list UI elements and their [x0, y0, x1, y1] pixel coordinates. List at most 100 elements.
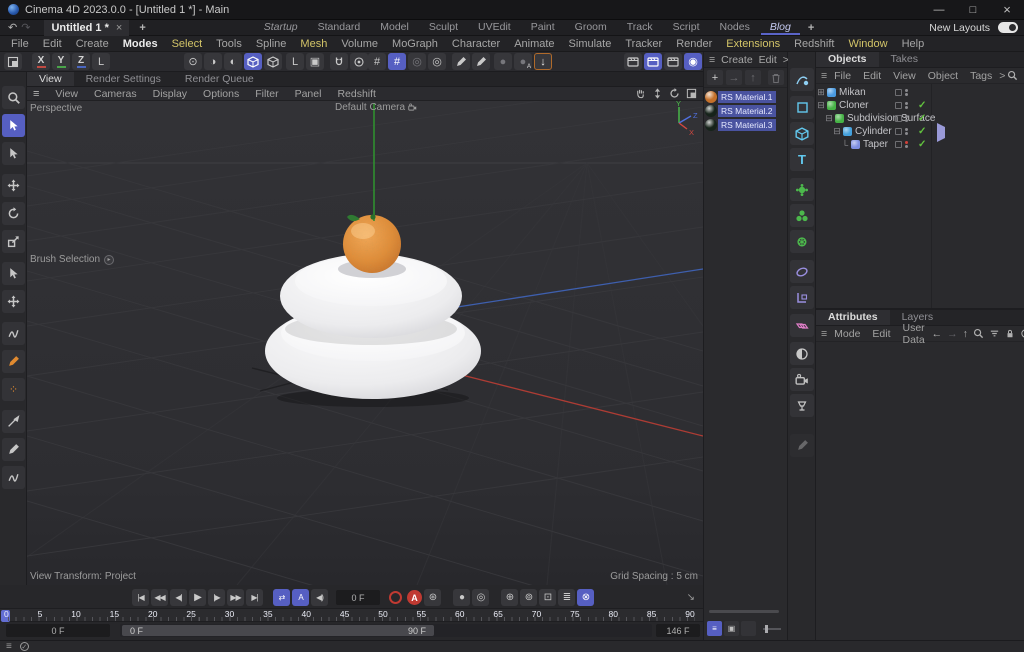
menu-item[interactable]: Window — [841, 36, 894, 52]
menu-item[interactable]: Spline — [249, 36, 294, 52]
spline-pen-icon[interactable] — [790, 68, 814, 91]
redshift-render-button[interactable]: ◉ — [684, 53, 702, 70]
asset-sphere-button[interactable]: ● — [494, 53, 512, 70]
symmetry-button[interactable]: ◎ — [408, 53, 426, 70]
mochi-object[interactable] — [265, 254, 481, 407]
menu-item[interactable]: Animate — [507, 36, 561, 52]
current-frame-field[interactable]: 0 F — [336, 590, 380, 605]
object-search-icon[interactable] — [1007, 70, 1018, 82]
status-menu-icon[interactable]: ≡ — [6, 642, 12, 652]
menu-item[interactable]: Create — [69, 36, 116, 52]
viewport-tab[interactable]: Render Settings — [74, 72, 173, 86]
points-move-tool[interactable] — [2, 290, 25, 313]
camera-label-wrap[interactable]: Default Camera — [335, 102, 417, 113]
material-item[interactable]: RS Material.3 — [705, 118, 787, 131]
cloner-icon[interactable] — [790, 204, 814, 227]
measure-icon[interactable] — [790, 286, 814, 309]
render-settings-button[interactable] — [664, 53, 682, 70]
visibility-dots[interactable] — [905, 89, 908, 96]
viewport-menu-item[interactable]: Filter — [247, 88, 286, 100]
redo-icon[interactable]: ↷ — [21, 21, 30, 34]
object-mode-button[interactable] — [264, 53, 282, 70]
simulation-icon[interactable]: ⊛ — [790, 230, 814, 253]
menu-item[interactable]: Volume — [334, 36, 385, 52]
layout-panel-button[interactable] — [4, 53, 22, 70]
transport-button[interactable]: ▶▶ — [227, 589, 244, 606]
attr-up-icon[interactable]: ↑ — [963, 328, 968, 340]
menu-item[interactable]: Tracker — [618, 36, 669, 52]
visibility-dots[interactable] — [905, 141, 908, 148]
attribute-menu-icon[interactable]: ≡ — [821, 328, 827, 340]
attr-back-icon[interactable]: ← — [932, 328, 943, 340]
object-menu-view[interactable]: View — [888, 70, 921, 82]
record-channel-toggle[interactable]: ≣ — [558, 589, 575, 606]
transport-button[interactable]: |◀ — [132, 589, 149, 606]
material-size-slider[interactable] — [763, 628, 781, 630]
stage-icon[interactable] — [790, 394, 814, 417]
material-grid-view-button[interactable]: ▣ — [724, 621, 739, 636]
edges-mode-button[interactable]: ◑ — [204, 53, 222, 70]
pen-square-tool[interactable] — [2, 350, 25, 373]
range-slider[interactable]: 0 F 90 F — [122, 625, 434, 636]
subdivision-surface-icon[interactable] — [790, 178, 814, 201]
tab-objects[interactable]: Objects — [816, 52, 879, 67]
visibility-dots[interactable] — [905, 102, 908, 109]
asset-a-button[interactable]: ●A — [514, 53, 532, 70]
object-menu-icon[interactable]: ≡ — [821, 70, 827, 82]
material-arrow-button[interactable]: → — [726, 70, 742, 85]
layout-tab[interactable]: Nodes — [710, 20, 758, 35]
points-mode-button[interactable]: ⊙ — [184, 53, 202, 70]
material-menu-edit[interactable]: Edit — [759, 54, 777, 66]
enabled-check-icon[interactable]: ✓ — [918, 139, 926, 150]
scene-3d[interactable]: Y Z X — [27, 101, 703, 585]
move-tool[interactable] — [2, 174, 25, 197]
smooth-brush-tool[interactable] — [2, 322, 25, 345]
object-menu-edit[interactable]: Edit — [858, 70, 886, 82]
layout-tab[interactable]: Startup — [255, 20, 307, 35]
object-tree-row[interactable]: ⊞ Mikan — [816, 86, 1024, 99]
tweak-tool[interactable] — [2, 142, 25, 165]
model-mode-button[interactable] — [244, 53, 262, 70]
quantize-button[interactable]: # — [368, 53, 386, 70]
phong-tag-icon[interactable] — [937, 127, 946, 136]
field-icon[interactable] — [790, 314, 814, 337]
range-start-field[interactable]: 0 F — [6, 624, 110, 637]
polygons-mode-button[interactable]: ◐ — [224, 53, 242, 70]
transport-button[interactable]: ◀◀ — [151, 589, 168, 606]
document-tab[interactable]: Untitled 1 * × — [44, 20, 129, 36]
workplane-button[interactable]: ▣ — [306, 53, 324, 70]
brush-settings-button[interactable] — [472, 53, 490, 70]
attr-forward-icon[interactable]: → — [947, 328, 958, 340]
rotate-view-icon[interactable] — [669, 88, 680, 100]
layout-tab[interactable]: Paint — [522, 20, 564, 35]
hud-tool-expand-icon[interactable]: ▸ — [104, 255, 114, 265]
new-layouts-label[interactable]: New Layouts — [929, 22, 990, 34]
layout-tab[interactable]: Sculpt — [420, 20, 467, 35]
attr-lock-icon[interactable] — [1005, 328, 1015, 340]
timeline-resize-icon[interactable]: ↘ — [687, 592, 695, 603]
close-button[interactable]: × — [990, 0, 1024, 20]
environment-icon[interactable] — [790, 342, 814, 365]
attr-filter-icon[interactable] — [989, 328, 1000, 340]
quantize-settings-button[interactable]: # — [388, 53, 406, 70]
material-item[interactable]: RS Material.2 — [705, 104, 787, 117]
axis-lock-button[interactable]: Y — [52, 53, 70, 70]
record-channel-toggle[interactable]: ⊕ — [501, 589, 518, 606]
material-list-view-button[interactable]: ≡ — [707, 621, 722, 636]
sound-button[interactable]: ◀) — [311, 589, 328, 606]
layer-box-icon[interactable] — [895, 128, 902, 135]
layer-box-icon[interactable] — [895, 89, 902, 96]
object-tree-row[interactable]: ⊟ Cloner ✓ — [816, 99, 1024, 112]
toggle-view-icon[interactable] — [686, 88, 697, 100]
camera-object-icon[interactable] — [790, 368, 814, 391]
render-picture-viewer-button[interactable] — [644, 53, 662, 70]
dolly-view-icon[interactable] — [652, 88, 663, 100]
live-selection-tool[interactable] — [2, 114, 25, 137]
preview-range-button[interactable]: ◎ — [472, 589, 489, 606]
viewport-tab[interactable]: Render Queue — [173, 72, 266, 86]
layout-tab[interactable]: UVEdit — [469, 20, 520, 35]
play-mode-button[interactable]: A — [292, 589, 309, 606]
range-total-field[interactable]: 146 F — [656, 624, 700, 637]
text-object-icon[interactable]: T — [790, 148, 814, 171]
workplane-mode-button[interactable]: L — [92, 53, 110, 70]
